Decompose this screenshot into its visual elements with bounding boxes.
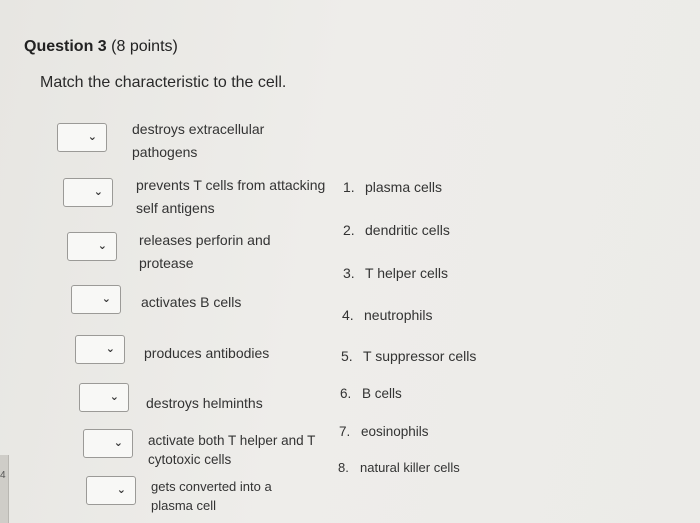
option-label: neutrophils bbox=[364, 307, 433, 323]
option-2: 2. dendritic cells bbox=[343, 222, 450, 238]
chevron-down-icon: ⌄ bbox=[116, 483, 126, 496]
chevron-down-icon: ⌄ bbox=[87, 130, 97, 143]
option-label: dendritic cells bbox=[365, 222, 450, 238]
characteristic-6: destroys helminths bbox=[146, 395, 263, 411]
option-label: plasma cells bbox=[365, 179, 443, 195]
match-select-7[interactable]: ⌄ bbox=[83, 429, 133, 458]
quiz-page: 4 Question 3 (8 points) Match the charac… bbox=[0, 0, 700, 523]
option-7: 7. eosinophils bbox=[339, 424, 429, 439]
option-label: T suppressor cells bbox=[363, 348, 477, 364]
chevron-down-icon: ⌄ bbox=[109, 390, 119, 403]
option-4: 4. neutrophils bbox=[342, 307, 433, 323]
option-label: T helper cells bbox=[365, 265, 449, 281]
option-number: 7. bbox=[339, 424, 351, 439]
chevron-down-icon: ⌄ bbox=[105, 342, 115, 355]
option-label: eosinophils bbox=[361, 424, 429, 439]
match-select-3[interactable]: ⌄ bbox=[67, 232, 117, 261]
option-6: 6. B cells bbox=[340, 386, 402, 401]
chevron-down-icon: ⌄ bbox=[113, 436, 123, 449]
match-select-6[interactable]: ⌄ bbox=[79, 383, 129, 412]
option-number: 8. bbox=[338, 460, 349, 475]
chevron-down-icon: ⌄ bbox=[93, 185, 103, 198]
question-prompt: Match the characteristic to the cell. bbox=[40, 74, 287, 91]
match-select-5[interactable]: ⌄ bbox=[75, 335, 125, 364]
characteristic-2: prevents T cells from attacking self ant… bbox=[136, 177, 326, 216]
question-number: Question 3 bbox=[24, 38, 107, 55]
window-edge bbox=[0, 455, 9, 523]
chevron-down-icon: ⌄ bbox=[97, 239, 107, 252]
characteristic-4: activates B cells bbox=[141, 294, 242, 310]
option-number: 3. bbox=[343, 265, 355, 281]
option-number: 1. bbox=[343, 179, 355, 195]
option-number: 4. bbox=[342, 307, 354, 323]
characteristic-8: gets converted into a plasma cell bbox=[151, 479, 272, 513]
option-number: 2. bbox=[343, 222, 355, 238]
characteristic-3: releases perforin and protease bbox=[139, 232, 271, 271]
match-select-1[interactable]: ⌄ bbox=[57, 123, 107, 152]
characteristic-1: destroys extracellular pathogens bbox=[132, 121, 265, 160]
option-5: 5. T suppressor cells bbox=[341, 348, 476, 364]
edge-number: 4 bbox=[0, 470, 6, 481]
chevron-down-icon: ⌄ bbox=[101, 292, 111, 305]
question-points: (8 points) bbox=[111, 38, 178, 55]
characteristic-7: activate both T helper and T cytotoxic c… bbox=[148, 433, 316, 467]
option-3: 3. T helper cells bbox=[343, 265, 448, 281]
match-select-4[interactable]: ⌄ bbox=[71, 285, 121, 314]
question-title: Question 3 (8 points) bbox=[24, 38, 178, 56]
characteristic-5: produces antibodies bbox=[144, 345, 270, 361]
option-label: natural killer cells bbox=[360, 460, 460, 475]
option-number: 5. bbox=[341, 348, 353, 364]
match-select-8[interactable]: ⌄ bbox=[86, 476, 136, 505]
option-8: 8. natural killer cells bbox=[338, 460, 460, 475]
match-select-2[interactable]: ⌄ bbox=[63, 178, 113, 207]
option-1: 1. plasma cells bbox=[343, 179, 442, 195]
option-label: B cells bbox=[362, 386, 402, 401]
option-number: 6. bbox=[340, 386, 352, 401]
